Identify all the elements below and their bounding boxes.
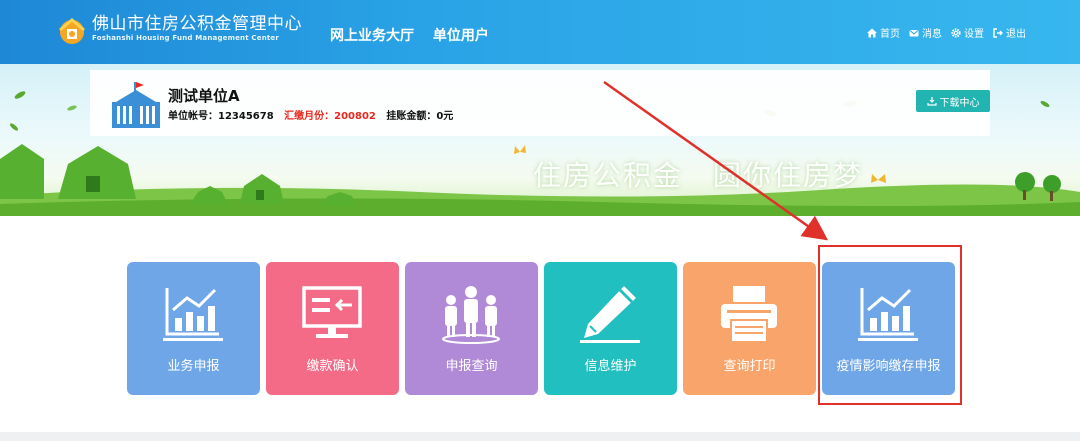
footer-strip	[0, 432, 1080, 441]
annotation-arrow	[603, 80, 829, 241]
